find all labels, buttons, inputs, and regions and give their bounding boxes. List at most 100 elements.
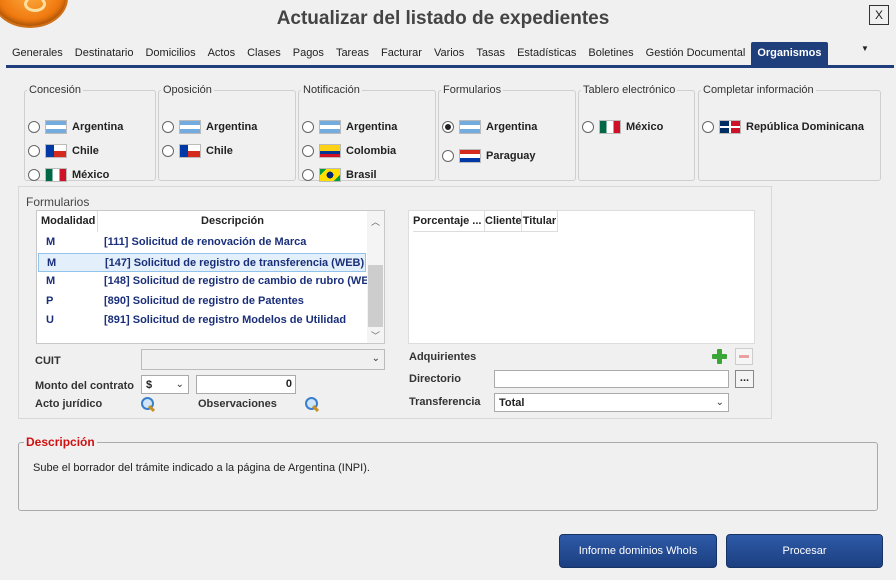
procesar-button[interactable]: Procesar — [726, 534, 883, 568]
option-label: Brasil — [346, 169, 377, 181]
option-label: Argentina — [72, 121, 124, 133]
option-label: República Dominicana — [746, 121, 864, 133]
option-label: Argentina — [346, 121, 398, 133]
tabs-overflow-icon[interactable]: ▼ — [861, 44, 869, 53]
acto-label: Acto jurídico — [35, 398, 103, 410]
radio-button[interactable] — [28, 121, 40, 133]
description-title: Descripción — [24, 435, 97, 449]
col-header-descripcion[interactable]: Descripción — [98, 211, 367, 232]
directorio-input[interactable] — [494, 370, 729, 388]
group-title: Concesión — [29, 84, 81, 96]
option-mexico[interactable]: México — [28, 166, 109, 184]
option-republica-dominicana[interactable]: República Dominicana — [702, 118, 864, 136]
radio-button[interactable] — [702, 121, 714, 133]
transferencia-value: Total — [499, 397, 525, 409]
remove-icon[interactable] — [735, 348, 753, 365]
col-header-modalidad[interactable]: Modalidad — [41, 211, 98, 232]
directorio-label: Directorio — [409, 373, 461, 385]
tab-tareas[interactable]: Tareas — [330, 42, 375, 66]
flag-ar-icon — [45, 120, 67, 134]
group-1: Oposición Argentina Chile — [158, 84, 296, 181]
radio-button[interactable] — [302, 121, 314, 133]
row-modalidad: M — [47, 256, 57, 269]
option-argentina[interactable]: Argentina — [302, 118, 397, 136]
flag-ar-icon — [179, 120, 201, 134]
radio-button[interactable] — [442, 150, 454, 162]
col-header-cliente[interactable]: Cliente — [485, 211, 522, 232]
table-row[interactable]: P [890] Solicitud de registro de Patentes — [38, 292, 366, 311]
group-4: Tablero electrónico México — [578, 84, 695, 181]
observaciones-label: Observaciones — [198, 398, 277, 410]
flag-ar-icon — [319, 120, 341, 134]
option-argentina[interactable]: Argentina — [162, 118, 257, 136]
tab-destinatario[interactable]: Destinatario — [69, 42, 140, 66]
option-chile[interactable]: Chile — [28, 142, 99, 160]
scroll-down-icon[interactable]: ﹀ — [371, 329, 380, 342]
option-argentina[interactable]: Argentina — [28, 118, 123, 136]
cuit-label: CUIT — [35, 355, 61, 367]
flag-cl-icon — [45, 144, 67, 158]
tab-estadisticas[interactable]: Estadísticas — [511, 42, 582, 66]
search-observaciones-icon[interactable] — [304, 396, 320, 412]
option-mexico[interactable]: México — [582, 118, 663, 136]
flag-mx-icon — [599, 120, 621, 134]
table-row[interactable]: M [148] Solicitud de registro de cambio d… — [38, 272, 380, 291]
option-label: Argentina — [486, 121, 538, 133]
adquirientes-list[interactable]: Porcentaje ... Cliente Titular — [408, 210, 755, 344]
forms-scroll-thumb[interactable] — [368, 265, 383, 327]
radio-button[interactable] — [162, 121, 174, 133]
chevron-down-icon: ⌄ — [715, 397, 724, 408]
monto-label: Monto del contrato — [35, 380, 134, 392]
tab-generales[interactable]: Generales — [6, 42, 69, 66]
radio-button[interactable] — [28, 145, 40, 157]
group-title: Completar información — [703, 84, 814, 96]
tab-clases[interactable]: Clases — [241, 42, 287, 66]
radio-button[interactable] — [28, 169, 40, 181]
table-row[interactable]: M [111] Solicitud de renovación de Marca — [38, 233, 366, 252]
radio-button[interactable] — [302, 145, 314, 157]
row-modalidad: U — [46, 314, 54, 327]
radio-button[interactable] — [302, 169, 314, 181]
tab-gestion-documental[interactable]: Gestión Documental — [640, 42, 752, 66]
tab-pagos[interactable]: Pagos — [287, 42, 330, 66]
row-descripcion: [147] Solicitud de registro de transfere… — [105, 256, 365, 269]
table-row[interactable]: M [147] Solicitud de registro de transfer… — [38, 252, 366, 272]
option-brasil[interactable]: Brasil — [302, 166, 377, 184]
table-row[interactable]: U [891] Solicitud de registro Modelos de … — [38, 311, 366, 330]
search-acto-icon[interactable] — [140, 396, 156, 412]
option-argentina[interactable]: Argentina — [442, 118, 537, 136]
option-paraguay[interactable]: Paraguay — [442, 147, 536, 165]
tab-organismos[interactable]: Organismos — [751, 42, 828, 66]
tab-varios[interactable]: Varios — [428, 42, 470, 66]
option-chile[interactable]: Chile — [162, 142, 233, 160]
currency-value: $ — [146, 379, 153, 391]
transferencia-select[interactable]: Total ⌄ — [494, 393, 729, 412]
flag-ar-icon — [459, 120, 481, 134]
add-icon[interactable] — [711, 348, 728, 365]
option-label: México — [626, 121, 664, 133]
cuit-select[interactable]: ⌄ — [141, 349, 385, 370]
option-label: Chile — [206, 145, 233, 157]
tab-tasas[interactable]: Tasas — [470, 42, 511, 66]
forms-list[interactable]: Modalidad Descripción M [111] Solicitud d… — [36, 210, 385, 344]
informe-whois-button[interactable]: Informe dominios WhoIs — [559, 534, 717, 568]
scroll-up-icon[interactable]: ︿ — [371, 215, 380, 228]
browse-button[interactable]: ... — [735, 370, 754, 388]
amount-input[interactable]: 0 — [196, 375, 296, 394]
chevron-down-icon: ⌄ — [175, 379, 184, 390]
col-header-porcentaje[interactable]: Porcentaje ... — [413, 211, 485, 232]
flag-cl-icon — [179, 144, 201, 158]
description-text: Sube el borrador del trámite indicado a … — [33, 462, 370, 474]
radio-button[interactable] — [442, 121, 454, 133]
tab-domicilios[interactable]: Domicilios — [139, 42, 201, 66]
col-header-titular[interactable]: Titular — [522, 211, 558, 232]
currency-select[interactable]: $ ⌄ — [141, 375, 189, 394]
radio-button[interactable] — [582, 121, 594, 133]
close-button[interactable]: X — [869, 5, 889, 25]
window-title: Actualizar del listado de expedientes — [276, 8, 610, 29]
radio-button[interactable] — [162, 145, 174, 157]
option-colombia[interactable]: Colombia — [302, 142, 396, 160]
tab-actos[interactable]: Actos — [202, 42, 242, 66]
tab-boletines[interactable]: Boletines — [582, 42, 639, 66]
tab-facturar[interactable]: Facturar — [375, 42, 428, 66]
